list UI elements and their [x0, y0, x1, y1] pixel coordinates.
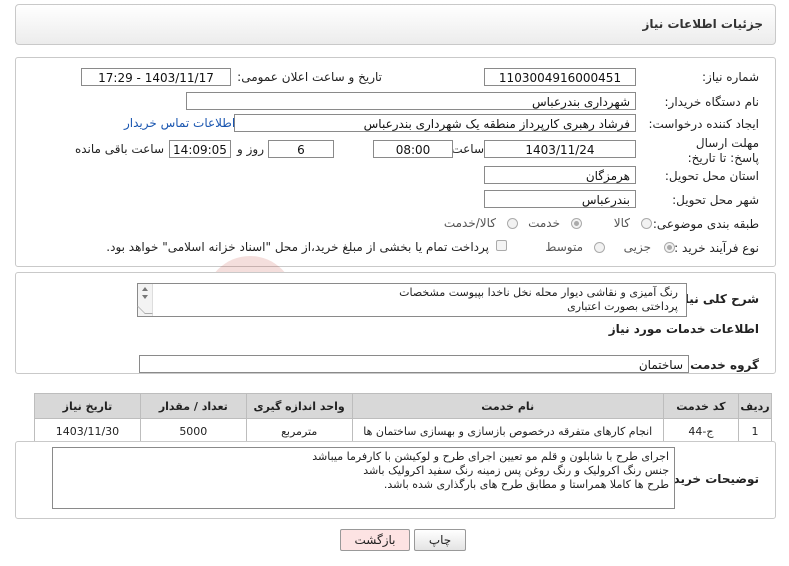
- process-minor-radio[interactable]: [664, 242, 675, 253]
- process-medium-label: متوسط: [545, 240, 583, 254]
- resize-grip-icon[interactable]: [137, 306, 153, 314]
- province-field: هرمزگان: [484, 166, 636, 184]
- col-need-date: تاریخ نیاز: [34, 393, 141, 419]
- days-label: روز و: [237, 142, 264, 156]
- deadline-label: مهلت ارسال پاسخ: تا تاریخ:: [679, 136, 759, 166]
- cell-need-date: 1403/11/30: [34, 418, 141, 444]
- announce-datetime-field: 1403/11/17 - 17:29: [81, 68, 231, 86]
- treasury-checkbox[interactable]: [496, 240, 507, 251]
- services-table-header: ردیف کد خدمت نام خدمت واحد اندازه گیری ت…: [34, 393, 773, 419]
- need-number-field: 1103004916000451: [484, 68, 636, 86]
- process-minor-label: جزیی: [623, 240, 651, 254]
- print-button[interactable]: چاپ: [414, 529, 466, 551]
- buyer-org-field: شهرداری بندرعباس: [186, 92, 636, 110]
- remaining-time-field: 14:09:05: [169, 140, 231, 158]
- service-group-field: ساختمان: [139, 355, 689, 373]
- buyer-notes-textbox[interactable]: اجرای طرح با شابلون و قلم مو تعیین اجرای…: [52, 447, 675, 509]
- scroll-up-icon[interactable]: [142, 287, 148, 291]
- category-goods-service-radio[interactable]: [507, 218, 518, 229]
- cell-quantity: 5000: [139, 418, 247, 444]
- category-service-label: خدمت: [528, 216, 560, 230]
- services-section-title: اطلاعات خدمات مورد نیاز: [608, 322, 759, 336]
- scroll-down-icon[interactable]: [142, 295, 148, 299]
- province-label: استان محل تحویل:: [664, 169, 759, 183]
- page-header: جزئیات اطلاعات نیاز: [15, 4, 776, 45]
- category-goods-label: کالا: [613, 216, 630, 230]
- cell-row-number: 1: [737, 418, 773, 444]
- col-service-code: کد خدمت: [662, 393, 739, 419]
- service-group-label: گروه خدمت:: [685, 358, 759, 372]
- buyer-note-line-1: اجرای طرح با شابلون و قلم مو تعیین اجرای…: [312, 450, 669, 463]
- back-button[interactable]: بازگشت: [340, 529, 410, 551]
- purchase-process-label: نوع فرآیند خرید :: [674, 241, 759, 255]
- category-label: طبقه بندی موضوعی:: [652, 217, 759, 231]
- city-field: بندرعباس: [484, 190, 636, 208]
- city-label: شهر محل تحویل:: [672, 193, 759, 207]
- buyer-note-line-3: طرح ها کاملا همراستا و مطابق طرح های بار…: [383, 478, 669, 491]
- creator-field: فرشاد رهبری کارپرداز منطقه یک شهرداری بن…: [234, 114, 636, 132]
- table-row: 1 ج-44 انجام کارهای متفرقه درخصوص بازساز…: [34, 418, 773, 444]
- summary-line-1: رنگ آمیزی و نقاشی دیوار محله نخل ناخدا ب…: [399, 286, 678, 299]
- category-service-radio[interactable]: [571, 218, 582, 229]
- col-service-name: نام خدمت: [351, 393, 664, 419]
- cell-service-name: انجام کارهای متفرقه درخصوص بازسازی و بهس…: [351, 418, 664, 444]
- category-goods-service-label: کالا/خدمت: [443, 216, 496, 230]
- remaining-time-label: ساعت باقی مانده: [74, 142, 164, 156]
- deadline-label-text: مهلت ارسال پاسخ: تا تاریخ:: [687, 136, 759, 165]
- need-number-label: شماره نیاز:: [702, 70, 759, 84]
- services-table: ردیف کد خدمت نام خدمت واحد اندازه گیری ت…: [34, 393, 773, 444]
- summary-line-2: پرداختی بصورت اعتباری: [567, 300, 678, 313]
- process-medium-radio[interactable]: [594, 242, 605, 253]
- buyer-org-label: نام دستگاه خریدار:: [664, 95, 760, 109]
- col-quantity: تعداد / مقدار: [139, 393, 247, 419]
- summary-textbox[interactable]: رنگ آمیزی و نقاشی دیوار محله نخل ناخدا ب…: [137, 283, 687, 317]
- deadline-hour-field: 08:00: [373, 140, 453, 158]
- deadline-hour-label: ساعت: [451, 142, 484, 156]
- cell-service-code: ج-44: [662, 418, 739, 444]
- col-unit: واحد اندازه گیری: [245, 393, 353, 419]
- cell-unit: مترمربع: [245, 418, 353, 444]
- creator-label: ایجاد کننده درخواست:: [648, 117, 759, 131]
- deadline-date-field: 1403/11/24: [484, 140, 636, 158]
- treasury-note: پرداخت تمام یا بخشی از مبلغ خرید،از محل …: [106, 240, 489, 254]
- page-title: جزئیات اطلاعات نیاز: [642, 17, 763, 31]
- buyer-note-line-2: جنس رنگ اکرولیک و رنگ روغن پس زمینه رنگ …: [363, 464, 669, 477]
- announce-datetime-label: تاریخ و ساعت اعلان عمومی:: [237, 70, 382, 84]
- summary-scrollbar[interactable]: [137, 284, 153, 316]
- need-info-panel: [15, 57, 776, 267]
- col-row-number: ردیف: [737, 393, 773, 419]
- buyer-contact-link[interactable]: اطلاعات تماس خریدار: [124, 116, 235, 130]
- category-goods-radio[interactable]: [641, 218, 652, 229]
- remaining-days-field: 6: [268, 140, 334, 158]
